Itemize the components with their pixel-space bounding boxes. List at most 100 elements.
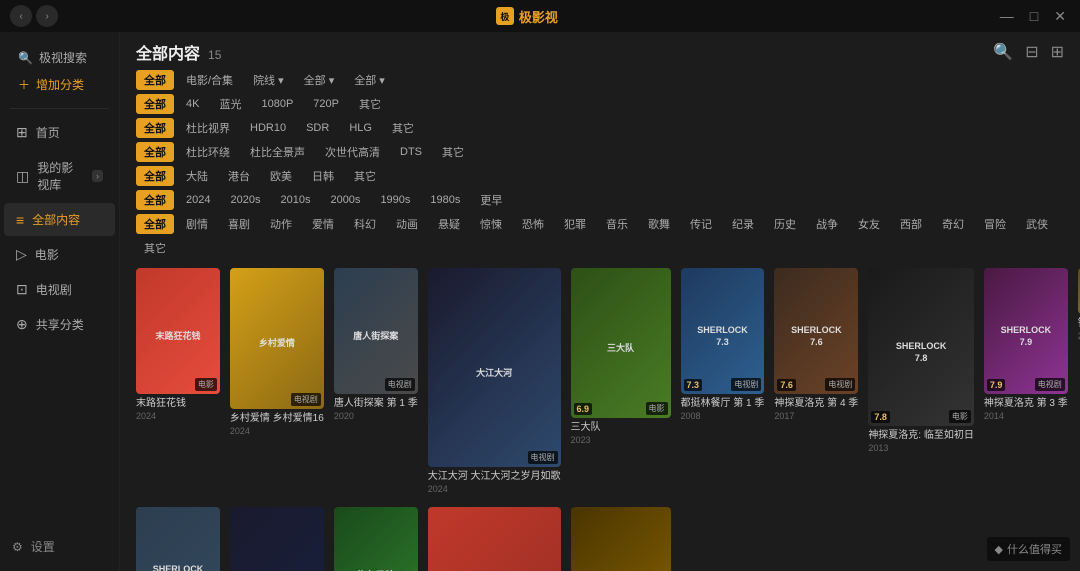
filter-region-mainland[interactable]: 大陆 [178, 166, 216, 186]
filter-genre-other[interactable]: 其它 [136, 238, 174, 258]
filter-audio-dolby[interactable]: 杜比环绕 [178, 142, 238, 162]
forward-button[interactable]: › [36, 5, 58, 27]
filter-year-2000s[interactable]: 2000s [322, 192, 368, 208]
filter-genre-biography[interactable]: 传记 [682, 214, 720, 234]
filter-region-western[interactable]: 欧美 [262, 166, 300, 186]
movie-card[interactable]: 末路狂花钱 电影 末路狂花钱 2024 [136, 268, 220, 497]
filter-genre-history[interactable]: 历史 [766, 214, 804, 234]
sidebar-item-library[interactable]: ◫ 我的影视库 › [4, 151, 115, 201]
movie-card[interactable]: SHERLOCK 7.9 7.9 电视剧 神探夏洛克 第 3 季 2014 [984, 268, 1068, 497]
movie-card[interactable]: SHERLOCK 7.6 7.6 电视剧 神探夏洛克 第 4 季 2017 [774, 268, 858, 497]
filter-genre-western[interactable]: 西部 [892, 214, 930, 234]
movie-card[interactable]: SHERLOCK 7.8 7.8 电影 神探夏洛克: 临至如初日 2013 [868, 268, 974, 497]
watermark-text: 什么值得买 [1007, 541, 1062, 557]
close-button[interactable]: ✕ [1050, 6, 1070, 27]
filter-audio-other[interactable]: 其它 [434, 142, 472, 162]
filter-codec-sdr[interactable]: SDR [298, 120, 337, 136]
filter-year-1980s[interactable]: 1980s [422, 192, 468, 208]
movie-card[interactable]: SHERLOCK 7.9 7.9 电视剧 神探夏洛克 第 1 季 2010 [136, 507, 220, 571]
sidebar-search-button[interactable]: 🔍 极视搜索 [10, 44, 109, 71]
layout-icon[interactable]: ⊞ [1051, 42, 1064, 62]
filter-genre-horror[interactable]: 恐怖 [514, 214, 552, 234]
filter-region-all[interactable]: 全部 [136, 166, 174, 186]
filter-genre-romance[interactable]: 爱情 [304, 214, 342, 234]
sidebar-item-all[interactable]: ≡ 全部内容 [4, 203, 115, 236]
filter-genre-documentary[interactable]: 纪录 [724, 214, 762, 234]
filter-tag-all-type[interactable]: 全部 [136, 70, 174, 90]
filter-codec-dolbyvision[interactable]: 杜比视界 [178, 118, 238, 138]
movie-card[interactable]: 三大队 6.9 电影 三大队 2023 [571, 268, 671, 497]
filter-genre-mystery[interactable]: 悬疑 [430, 214, 468, 234]
filter-region-hktw[interactable]: 港台 [220, 166, 258, 186]
filter-codec-hlg[interactable]: HLG [341, 120, 380, 136]
movie-card[interactable]: SHERLOCK 8.3 8.3 电视剧 神探夏洛克 第 2 季 2012 [230, 507, 324, 571]
movie-poster: 逃出1988 9.1 电视剧 [428, 507, 561, 571]
filter-genre-thriller[interactable]: 惊悚 [472, 214, 510, 234]
sidebar-item-movies[interactable]: ▷ 电影 [4, 238, 115, 271]
minimize-button[interactable]: — [996, 6, 1018, 26]
filter-res-1080p[interactable]: 1080P [253, 96, 301, 112]
filter-genre-musical[interactable]: 歌舞 [640, 214, 678, 234]
filter-genre-scifi[interactable]: 科幻 [346, 214, 384, 234]
filter-dropdown-all2[interactable]: 全部 ▾ [346, 70, 393, 90]
filter-region-japkor[interactable]: 日韩 [304, 166, 342, 186]
filter-audio-all[interactable]: 全部 [136, 142, 174, 162]
filter-tag-movie-collection[interactable]: 电影/合集 [178, 70, 241, 90]
filter-res-4k[interactable]: 4K [178, 96, 207, 112]
filter-genre-comedy[interactable]: 喜剧 [220, 214, 258, 234]
filter-genre-drama[interactable]: 剧情 [178, 214, 216, 234]
filter-genre-female[interactable]: 女友 [850, 214, 888, 234]
filter-res-bluray[interactable]: 蓝光 [211, 94, 249, 114]
sidebar-add-category-button[interactable]: ＋ 增加分类 [10, 71, 109, 98]
filter-res-all[interactable]: 全部 [136, 94, 174, 114]
back-button[interactable]: ‹ [10, 5, 32, 27]
filter-genre-all[interactable]: 全部 [136, 214, 174, 234]
filter-genre-music[interactable]: 音乐 [598, 214, 636, 234]
filter-codec-other[interactable]: 其它 [384, 118, 422, 138]
movie-card[interactable]: SHERLOCK 7.3 7.3 电视剧 都挺林餐厅 第 1 季 2008 [681, 268, 765, 497]
movie-title: 唐人街探案 第 1 季 [334, 397, 418, 411]
filter-res-720p[interactable]: 720P [305, 96, 347, 112]
maximize-button[interactable]: □ [1026, 6, 1042, 26]
sidebar-settings[interactable]: ⚙ 设置 [0, 530, 119, 563]
home-icon: ⊞ [16, 124, 28, 141]
filter-region-other[interactable]: 其它 [346, 166, 384, 186]
main-layout: 🔍 极视搜索 ＋ 增加分类 ⊞ 首页 ◫ 我的影视库 › ≡ 全部内容 ▷ 电影 [0, 32, 1080, 571]
filter-audio-atmos[interactable]: 杜比全景声 [242, 142, 313, 162]
movie-card[interactable]: 乡村爱情 电视剧 乡村爱情 乡村爱情16 2024 [230, 268, 324, 497]
filter-dropdown-all1[interactable]: 全部 ▾ [296, 70, 343, 90]
filter-genre-crime[interactable]: 犯罪 [556, 214, 594, 234]
movie-card[interactable]: 海尔兄弟 8.5 电视剧 海尔兄弟 1995 [334, 507, 418, 571]
movie-type-badge: 电影 [646, 402, 668, 415]
sort-icon[interactable]: ⊟ [1025, 42, 1038, 62]
filter-genre-animation[interactable]: 动画 [388, 214, 426, 234]
sidebar-item-home[interactable]: ⊞ 首页 [4, 116, 115, 149]
filter-year-1990s[interactable]: 1990s [372, 192, 418, 208]
sidebar-item-shared[interactable]: ⊕ 共享分类 [4, 308, 115, 341]
filter-genre-war[interactable]: 战争 [808, 214, 846, 234]
movie-card[interactable]: 极影视自定义专辑测试 10.0 电视剧 极影视自定义专辑测试 2024 [571, 507, 671, 571]
filter-res-other[interactable]: 其它 [351, 94, 389, 114]
filter-genre-fantasy[interactable]: 奇幻 [934, 214, 972, 234]
movie-card[interactable]: 大江大河 电视剧 大江大河 大江大河之岁月如歌 2024 [428, 268, 561, 497]
movie-card[interactable]: 唐人街探案 电视剧 唐人街探案 第 1 季 2020 [334, 268, 418, 497]
filter-dropdown-theater[interactable]: 院线 ▾ [245, 70, 292, 90]
filter-audio-dts[interactable]: DTS [392, 144, 430, 160]
search-action-icon[interactable]: 🔍 [993, 42, 1013, 62]
filter-year-2024[interactable]: 2024 [178, 192, 218, 208]
filter-year-earlier[interactable]: 更早 [472, 190, 510, 210]
sidebar-item-tv[interactable]: ⊡ 电视剧 [4, 273, 115, 306]
filter-audio-hd[interactable]: 次世代高清 [317, 142, 388, 162]
sidebar-item-library-label: 我的影视库 [37, 159, 84, 193]
movie-card[interactable]: 逃出1988 9.1 电视剧 逃出1988 2015 [428, 507, 561, 571]
filter-codec-hdr10[interactable]: HDR10 [242, 120, 294, 136]
filter-codec-all[interactable]: 全部 [136, 118, 174, 138]
filter-year-2010s[interactable]: 2010s [272, 192, 318, 208]
filter-genre-adventure[interactable]: 冒险 [976, 214, 1014, 234]
filter-year-all[interactable]: 全部 [136, 190, 174, 210]
filter-genre-action[interactable]: 动作 [262, 214, 300, 234]
app-title-area: 极 极影视 [496, 7, 558, 26]
filter-genre-wuxia[interactable]: 武侠 [1018, 214, 1056, 234]
filter-year-2020s[interactable]: 2020s [222, 192, 268, 208]
movie-type-badge: 电视剧 [385, 378, 415, 391]
